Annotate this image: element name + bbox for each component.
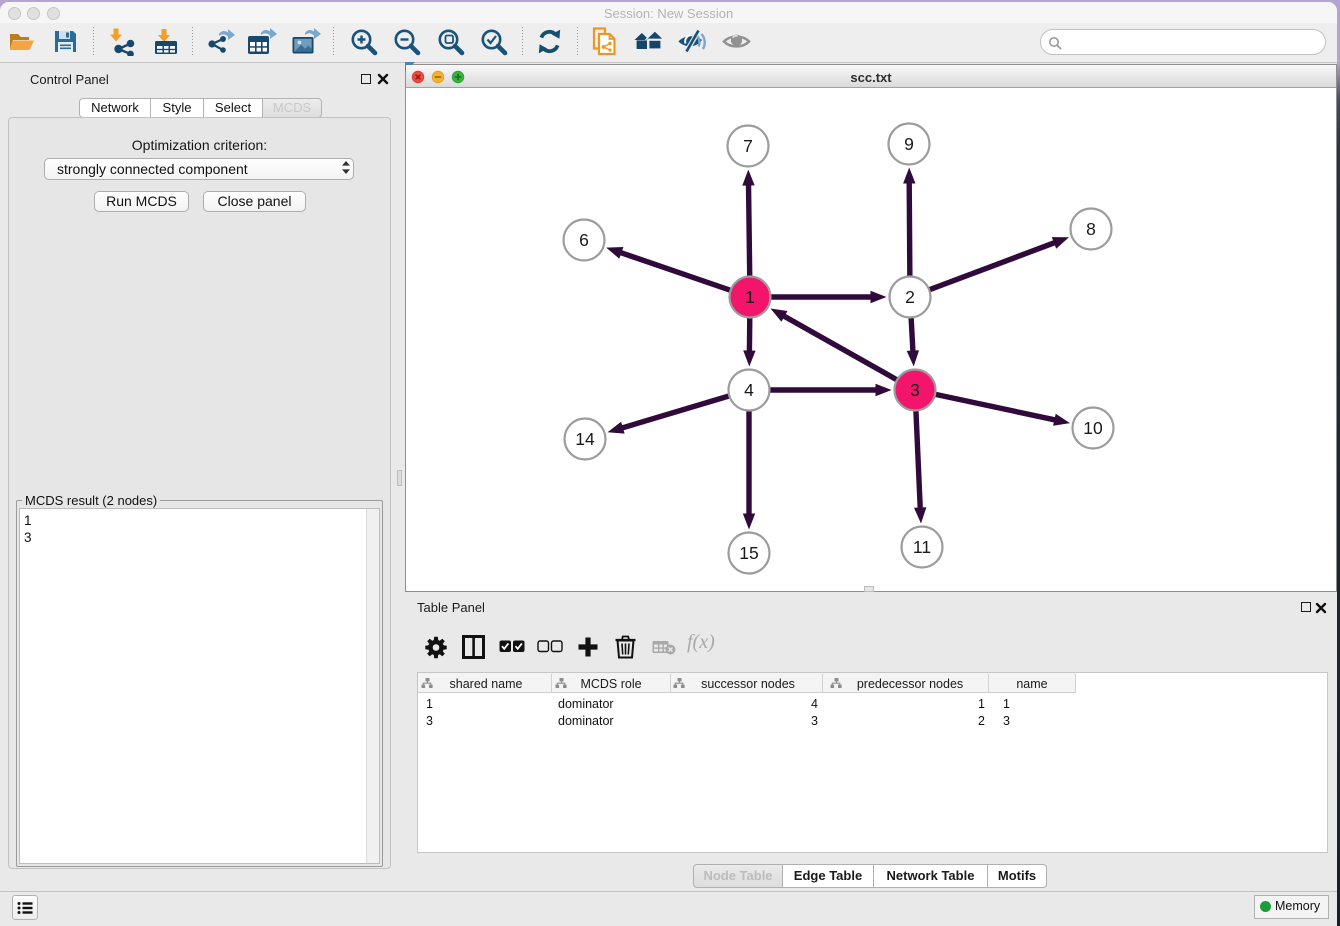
svg-text:9: 9 (904, 134, 914, 154)
svg-text:7: 7 (743, 136, 753, 156)
svg-text:3: 3 (910, 380, 920, 400)
svg-text:11: 11 (913, 537, 931, 557)
svg-text:2: 2 (905, 287, 915, 307)
svg-text:6: 6 (579, 230, 589, 250)
svg-text:14: 14 (575, 429, 595, 449)
svg-text:4: 4 (744, 380, 754, 400)
svg-text:15: 15 (739, 543, 758, 563)
svg-text:1: 1 (745, 287, 755, 307)
svg-text:8: 8 (1086, 219, 1096, 239)
svg-text:10: 10 (1083, 418, 1103, 438)
